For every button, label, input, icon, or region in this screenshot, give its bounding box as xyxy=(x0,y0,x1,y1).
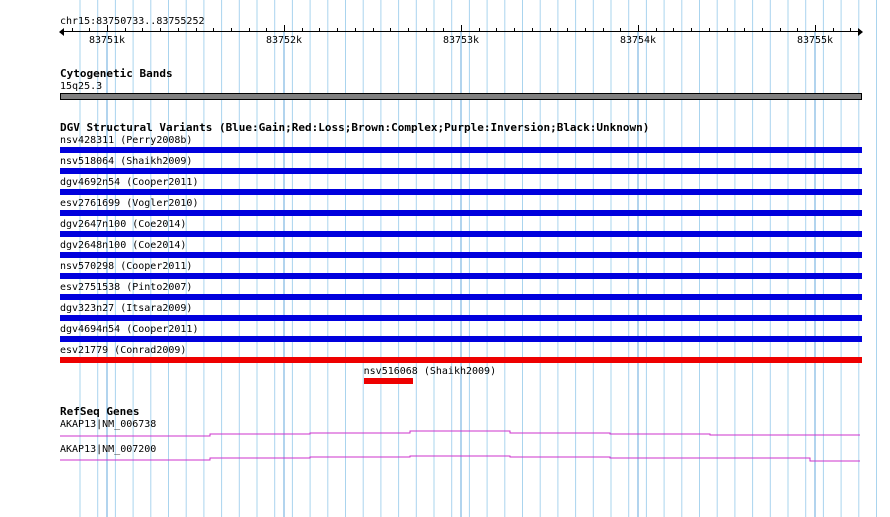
genome-browser: chr15:83750733..83755252 83751k 83752k 837… xyxy=(0,0,890,517)
gene-model-1[interactable] xyxy=(60,455,860,462)
gene-model-0[interactable] xyxy=(60,430,860,437)
gene-models xyxy=(60,430,860,462)
